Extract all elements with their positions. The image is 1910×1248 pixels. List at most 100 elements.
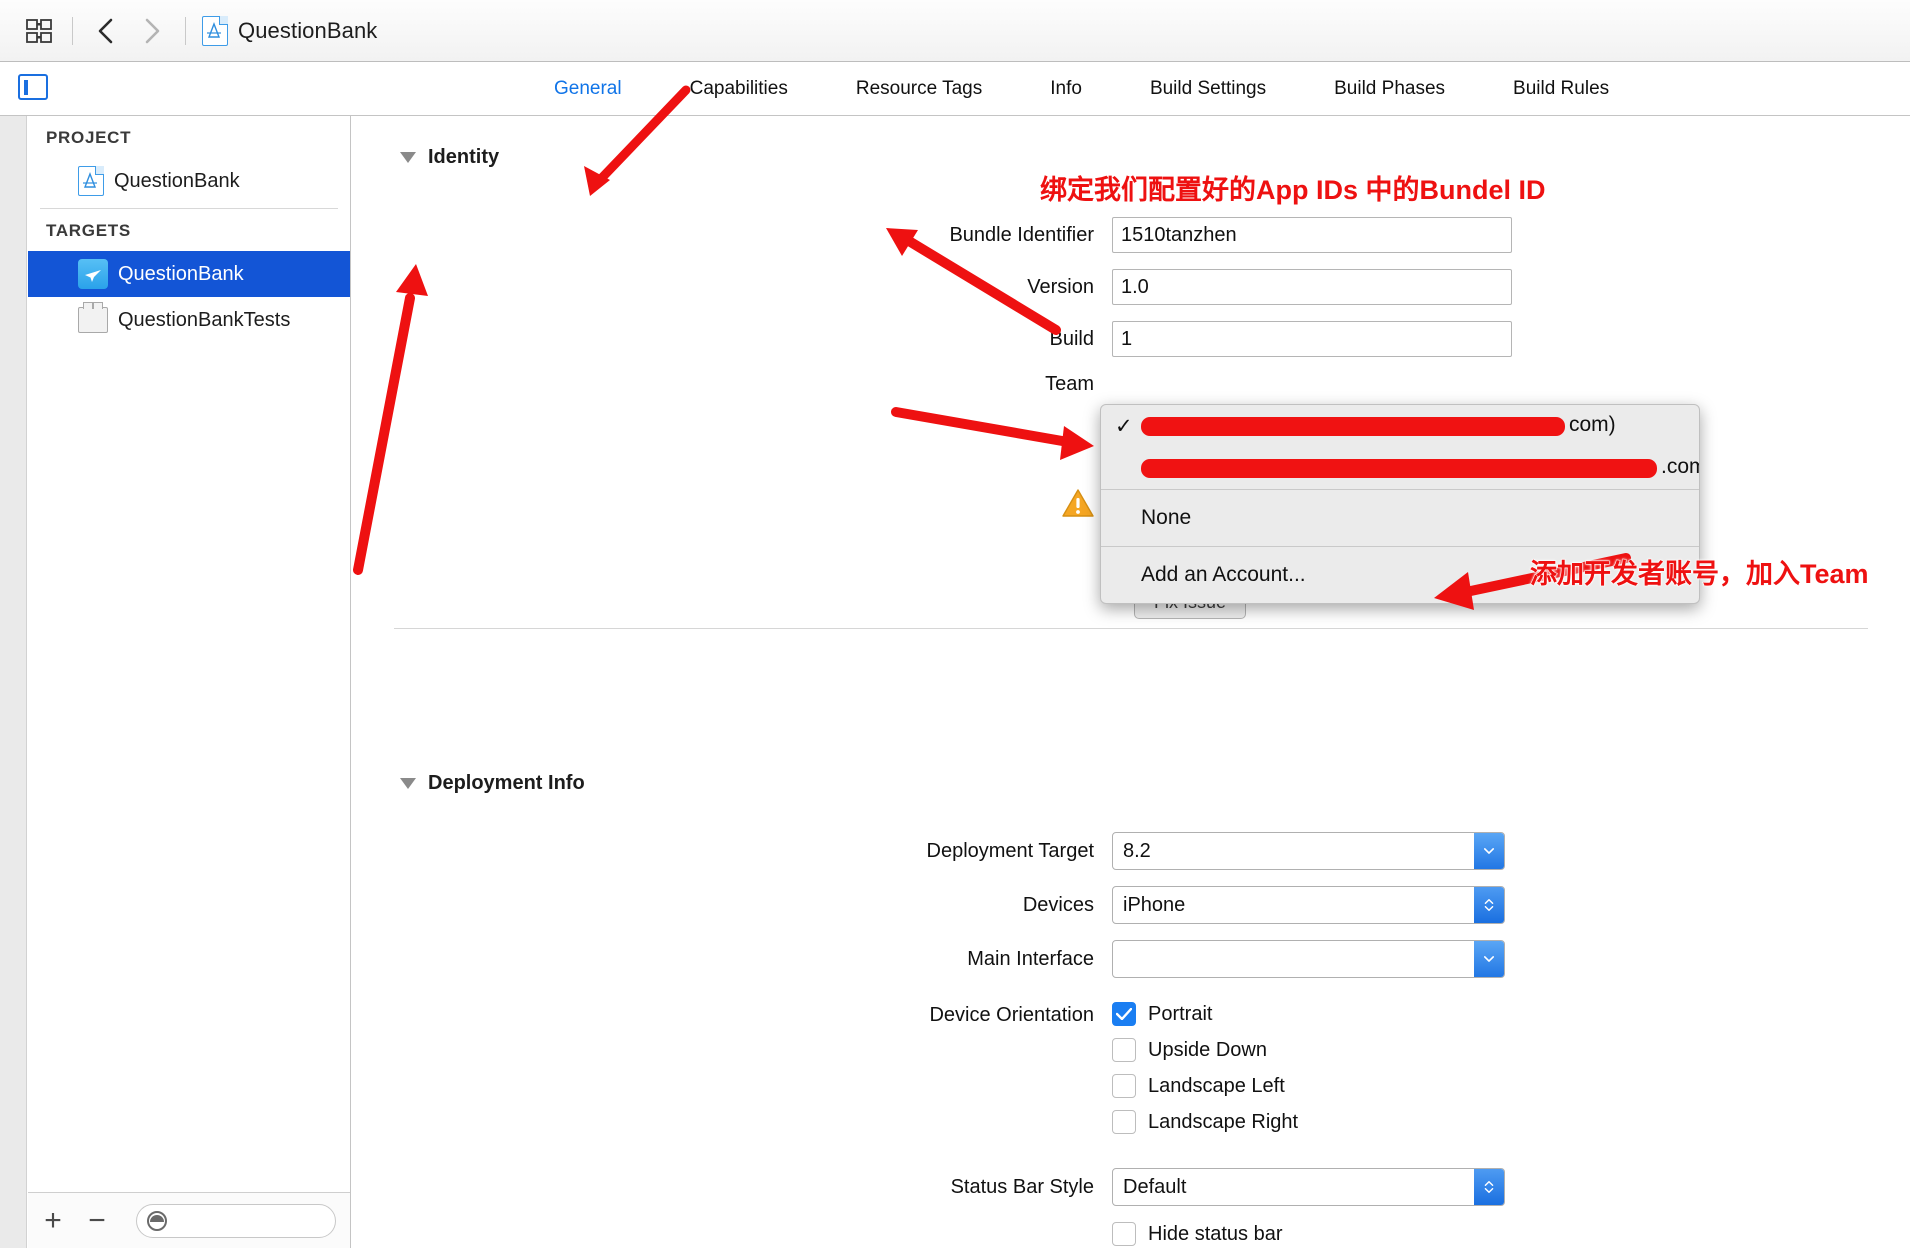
checkmark-icon: ✓ — [1115, 414, 1133, 438]
chevron-down-icon[interactable] — [1474, 833, 1504, 869]
build-input[interactable]: 1 — [1112, 321, 1512, 357]
filter-circle-icon — [147, 1210, 167, 1231]
chevron-left-icon — [98, 18, 113, 43]
toolbar-separator-1 — [72, 16, 73, 45]
sidebar-item-label: QuestionBank — [114, 169, 240, 192]
tab-build-phases[interactable]: Build Phases — [1300, 62, 1479, 116]
team-menu-item-0[interactable]: ✓ com) — [1101, 405, 1699, 447]
tab-build-rules[interactable]: Build Rules — [1479, 62, 1643, 116]
chevron-right-icon — [145, 18, 160, 43]
navigator-grid-icon[interactable] — [16, 10, 62, 52]
device-orientation-checkbox-group: Portrait Upside Down Landscape Left Land… — [1112, 1002, 1298, 1146]
grid-icon-glyph — [26, 18, 52, 43]
main-interface-row: Main Interface — [352, 940, 1910, 978]
deployment-target-select[interactable]: 8.2 — [1112, 832, 1505, 870]
checkbox-label: Hide status bar — [1148, 1222, 1283, 1245]
bundle-identifier-input[interactable]: 1510tanzhen — [1112, 217, 1512, 253]
status-bar-style-row: Status Bar Style Default — [352, 1168, 1910, 1206]
back-button[interactable] — [83, 10, 129, 52]
airplane-icon — [85, 270, 101, 282]
tab-info[interactable]: Info — [1016, 62, 1116, 116]
breadcrumb[interactable]: QuestionBank — [196, 15, 378, 46]
annotation-bundle-note: 绑定我们配置好的App IDs 中的Bundel ID — [1040, 175, 1546, 206]
chevron-down-glyph — [1484, 906, 1494, 911]
test-bundle-icon — [78, 302, 108, 333]
team-row: Team — [352, 373, 1910, 396]
devices-select[interactable]: iPhone — [1112, 886, 1505, 924]
devices-label: Devices — [1022, 893, 1094, 916]
tab-capabilities[interactable]: Capabilities — [656, 62, 822, 116]
sidebar-item-target-questionbanktests[interactable]: QuestionBankTests — [28, 297, 350, 343]
sidebar-item-label: QuestionBank — [118, 262, 244, 285]
identity-section-title: Identity — [428, 146, 500, 168]
main-interface-select[interactable] — [1112, 940, 1505, 978]
checkbox-upside-down[interactable]: Upside Down — [1112, 1038, 1298, 1062]
forward-button[interactable] — [129, 10, 175, 52]
general-settings-pane: Identity Bundle Identifier 1510tanzhen V… — [352, 116, 1910, 1248]
version-label: Version — [1027, 275, 1094, 298]
team-label: Team — [1045, 373, 1094, 395]
checkbox-landscape-left[interactable]: Landscape Left — [1112, 1074, 1298, 1098]
device-orientation-label: Device Orientation — [929, 1004, 1094, 1026]
devices-row: Devices iPhone — [352, 886, 1910, 924]
updown-chevrons-icon[interactable] — [1474, 1169, 1504, 1205]
add-target-button[interactable]: + — [42, 1205, 64, 1236]
checkbox-box[interactable] — [1112, 1074, 1136, 1098]
checkbox-box[interactable] — [1112, 1110, 1136, 1134]
appstore-glyph-icon — [83, 172, 97, 188]
toolbar-separator-2 — [185, 16, 186, 45]
tab-resource-tags[interactable]: Resource Tags — [822, 62, 1016, 116]
redaction-bar — [1141, 417, 1565, 436]
deployment-target-label: Deployment Target — [926, 839, 1095, 862]
checkbox-portrait[interactable]: Portrait — [1112, 1002, 1298, 1026]
checkbox-box[interactable] — [1112, 1038, 1136, 1062]
warning-triangle-icon — [1062, 489, 1094, 517]
deployment-section-header[interactable]: Deployment Info — [400, 772, 585, 795]
status-bar-extra-spacer — [352, 1222, 1112, 1248]
redaction-bar — [1141, 459, 1657, 478]
annotation-account-note: 添加开发者账号，加入Team — [1530, 559, 1870, 590]
checkbox-box[interactable] — [1112, 1002, 1136, 1026]
tab-build-settings[interactable]: Build Settings — [1116, 62, 1300, 116]
build-label: Build — [1049, 327, 1094, 350]
sidebar-item-target-questionbank[interactable]: QuestionBank — [28, 251, 350, 297]
updown-chevrons-icon[interactable] — [1474, 887, 1504, 923]
checkbox-box[interactable] — [1112, 1222, 1136, 1246]
version-input[interactable]: 1.0 — [1112, 269, 1512, 305]
disclosure-triangle-icon[interactable] — [400, 152, 416, 163]
team-menu-item-none[interactable]: None — [1101, 490, 1699, 546]
status-bar-checkbox-group: Hide status bar Requires full screen — [1112, 1222, 1325, 1248]
checkbox-label: Landscape Right — [1148, 1110, 1299, 1133]
remove-target-button[interactable]: − — [86, 1205, 108, 1236]
toggle-navigator-button[interactable] — [18, 74, 48, 100]
appstore-glyph-icon — [207, 21, 221, 38]
identity-section-header[interactable]: Identity — [400, 146, 1910, 169]
chevron-up-glyph — [1484, 899, 1494, 904]
sidebar-bottom-bar: + − — [28, 1192, 350, 1248]
tab-general[interactable]: General — [520, 62, 656, 116]
team-menu-item-0-tail: com) — [1569, 413, 1616, 436]
team-menu-item-1[interactable]: .com) — [1101, 447, 1699, 489]
xcode-window: QuestionBank General Capabilities Resour… — [0, 0, 1910, 1248]
disclosure-triangle-icon[interactable] — [400, 778, 416, 789]
window-toolbar: QuestionBank — [0, 0, 1910, 62]
filter-input[interactable] — [136, 1203, 336, 1238]
sidebar-item-project-questionbank[interactable]: QuestionBank — [28, 158, 350, 204]
team-menu-item-0-text: com) — [1141, 413, 1699, 439]
chevron-down-glyph — [1484, 956, 1494, 962]
status-bar-style-select[interactable]: Default — [1112, 1168, 1505, 1206]
sidebar-item-label: QuestionBankTests — [118, 308, 291, 331]
version-row: Version 1.0 — [352, 269, 1910, 305]
bundle-identifier-row: Bundle Identifier 1510tanzhen — [352, 217, 1910, 253]
checkbox-label: Portrait — [1148, 1002, 1213, 1025]
devices-value: iPhone — [1123, 893, 1186, 916]
team-menu-item-1-text: .com) — [1141, 455, 1699, 481]
checkbox-landscape-right[interactable]: Landscape Right — [1112, 1110, 1298, 1134]
editor-tab-bar: General Capabilities Resource Tags Info … — [0, 62, 1910, 116]
status-bar-style-value: Default — [1123, 1175, 1187, 1198]
chevron-down-icon[interactable] — [1474, 941, 1504, 977]
checkbox-label: Upside Down — [1148, 1038, 1267, 1061]
project-navigator-sidebar: PROJECT QuestionBank TARGETS QuestionBan… — [0, 116, 351, 1248]
breadcrumb-label: QuestionBank — [238, 17, 378, 43]
checkbox-hide-status-bar[interactable]: Hide status bar — [1112, 1222, 1325, 1246]
